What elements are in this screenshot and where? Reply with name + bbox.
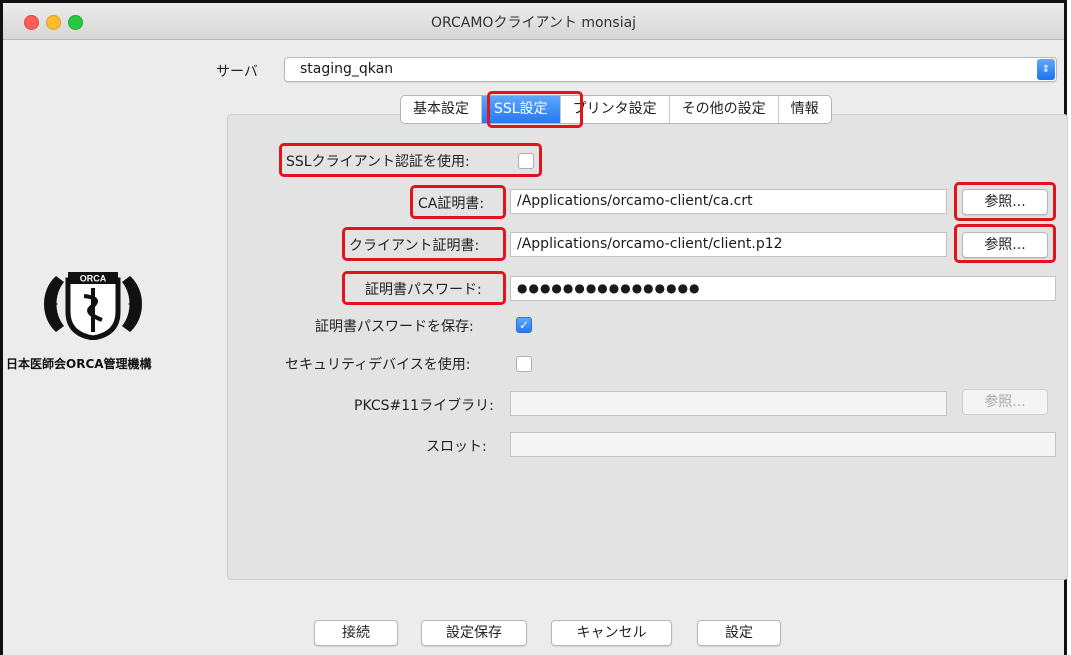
cancel-button[interactable]: キャンセル bbox=[551, 620, 672, 646]
tab-info[interactable]: 情報 bbox=[779, 96, 831, 123]
ca-cert-field[interactable]: /Applications/orcamo-client/ca.crt bbox=[510, 189, 947, 214]
pkcs11-browse-button[interactable]: 参照... bbox=[962, 389, 1048, 415]
settings-tabs: 基本設定 SSL設定 プリンタ設定 その他の設定 情報 bbox=[400, 95, 832, 124]
tab-printer[interactable]: プリンタ設定 bbox=[561, 96, 670, 123]
client-auth-checkbox[interactable] bbox=[518, 153, 534, 169]
orca-logo: ORCA bbox=[44, 272, 142, 340]
cert-password-label: 証明書パスワード: bbox=[365, 282, 482, 298]
settings-panel bbox=[227, 114, 1068, 580]
client-auth-label: SSLクライアント認証を使用: bbox=[286, 154, 470, 170]
server-value: staging_qkan bbox=[300, 61, 394, 77]
pkcs11-label: PKCS#11ライブラリ: bbox=[354, 398, 494, 414]
save-password-checkbox[interactable]: ✓ bbox=[516, 317, 532, 333]
server-label: サーバ bbox=[216, 64, 258, 80]
client-cert-field[interactable]: /Applications/orcamo-client/client.p12 bbox=[510, 232, 947, 257]
client-cert-browse-button[interactable]: 参照... bbox=[962, 232, 1048, 258]
ca-cert-value: /Applications/orcamo-client/ca.crt bbox=[517, 193, 753, 209]
save-password-label: 証明書パスワードを保存: bbox=[315, 319, 474, 335]
settings-button[interactable]: 設定 bbox=[697, 620, 781, 646]
ca-cert-label: CA証明書: bbox=[418, 196, 485, 212]
checkmark-icon: ✓ bbox=[518, 318, 530, 332]
tab-ssl[interactable]: SSL設定 bbox=[482, 96, 561, 123]
client-cert-label: クライアント証明書: bbox=[349, 238, 480, 254]
client-cert-value: /Applications/orcamo-client/client.p12 bbox=[517, 236, 783, 252]
server-select[interactable]: staging_qkan ⇕ bbox=[284, 57, 1057, 82]
org-name: 日本医師会ORCA管理機構 bbox=[6, 357, 152, 371]
tab-other[interactable]: その他の設定 bbox=[670, 96, 779, 123]
title-bar: ORCAMOクライアント monsiaj bbox=[3, 3, 1064, 40]
slot-field[interactable] bbox=[510, 432, 1056, 457]
logo-text: ORCA bbox=[80, 274, 107, 284]
tab-basic[interactable]: 基本設定 bbox=[401, 96, 482, 123]
security-device-checkbox[interactable] bbox=[516, 356, 532, 372]
connect-button[interactable]: 接続 bbox=[314, 620, 398, 646]
pkcs11-field[interactable] bbox=[510, 391, 947, 416]
window-title: ORCAMOクライアント monsiaj bbox=[430, 15, 637, 31]
slot-label: スロット: bbox=[426, 439, 487, 455]
cert-password-value: ●●●●●●●●●●●●●●●● bbox=[517, 281, 701, 295]
ca-cert-browse-button[interactable]: 参照... bbox=[962, 189, 1048, 215]
select-updown-icon: ⇕ bbox=[1037, 59, 1055, 80]
cert-password-field[interactable]: ●●●●●●●●●●●●●●●● bbox=[510, 276, 1056, 301]
save-settings-button[interactable]: 設定保存 bbox=[421, 620, 527, 646]
security-device-label: セキュリティデバイスを使用: bbox=[285, 357, 471, 373]
